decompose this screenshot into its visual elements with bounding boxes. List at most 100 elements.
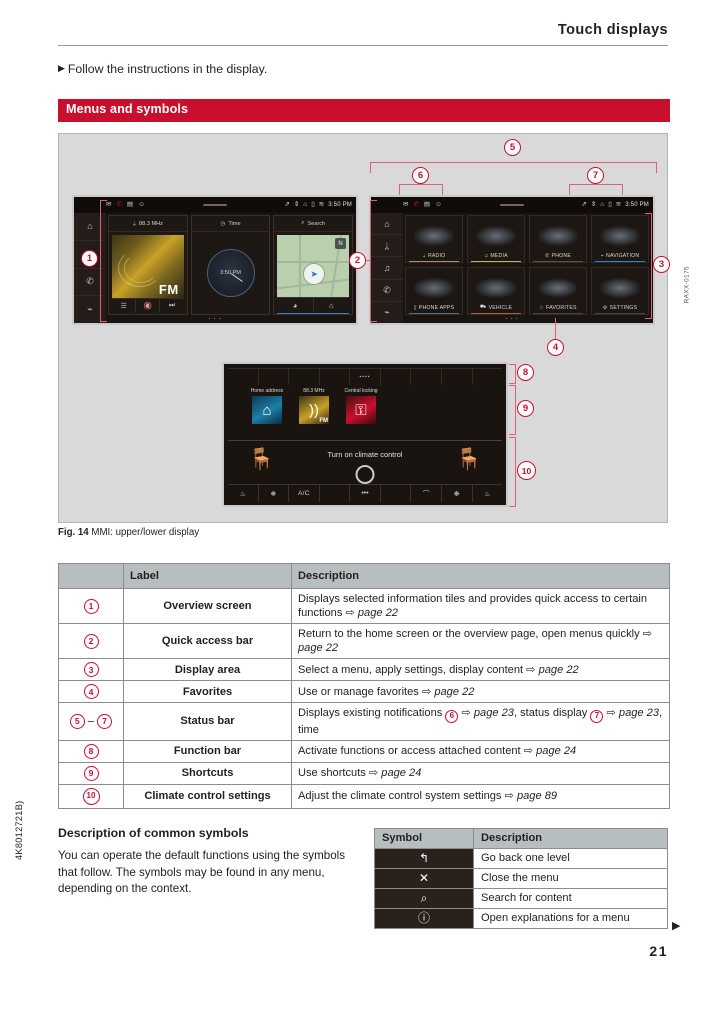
menu-tile-media[interactable]: ♫ MEDIA <box>467 215 525 263</box>
back-arrow-icon: ↰ <box>374 848 474 869</box>
page-reference: ⇨ page 23 <box>461 707 514 719</box>
fn-slot[interactable] <box>380 368 412 385</box>
bullet-arrow-icon: ▶ <box>58 63 65 73</box>
running-head: Touch displays <box>557 22 668 38</box>
recent-icon[interactable]: ◕ <box>277 298 314 312</box>
fn-slot[interactable] <box>441 368 473 385</box>
menu-tile-radio[interactable]: ᛦ RADIO <box>405 215 463 263</box>
climate-message: Turn on climate control <box>327 450 403 459</box>
menu-tile-phone-apps[interactable]: ▯ PHONE APPS <box>405 267 463 315</box>
tile-radio[interactable]: ᛦ 88.3 MHz FM ☰ 🔇 ⏭ <box>108 215 188 315</box>
header-rule <box>58 45 668 46</box>
row-description: Use or manage favorites ⇨ page 22 <box>291 680 670 703</box>
tile-nav-body: N ➤ ◕ ⌂ <box>274 232 352 314</box>
seat-heat-rear-icon[interactable]: ♨ <box>473 485 503 502</box>
seat-heat-icon[interactable]: ♨ <box>228 485 259 502</box>
figure-caption-text: MMI: upper/lower display <box>91 527 200 538</box>
mmi-upper-left-display[interactable]: ✉ ✆ ▤ ☺ ⇗ ⇕ ⌂ ▯ ≋ 3:50 PM ⌂ ᛦ ✆ ⌁ <box>72 195 358 325</box>
bracket-6 <box>399 184 443 195</box>
fn-slot[interactable] <box>472 368 503 385</box>
rotary-knob-icon[interactable] <box>355 465 375 484</box>
fn-slot[interactable] <box>381 485 412 502</box>
menu-tile-phone[interactable]: ✆ PHONE <box>529 215 587 263</box>
section-title: Menus and symbols <box>66 102 189 116</box>
fn-slot[interactable] <box>320 485 351 502</box>
nav-accent-line <box>277 312 350 314</box>
function-bar[interactable]: ▪▪▪▪ <box>228 368 503 385</box>
section-heading-bar: Menus and symbols <box>58 99 670 122</box>
row-label: Shortcuts <box>123 761 292 785</box>
key-lock-icon[interactable]: ⚿ <box>346 396 376 424</box>
desc-text: Select a menu, apply settings, display c… <box>298 663 527 676</box>
shortcut-radio[interactable]: 88.3 MHz )) FM <box>293 388 335 436</box>
page-ref-text: page 22 <box>298 642 339 654</box>
defrost-icon[interactable]: ⌒ <box>411 485 442 502</box>
th-number <box>58 563 124 589</box>
more-options-icon[interactable]: ••• <box>350 485 381 502</box>
next-icon[interactable]: ⏭ <box>160 299 183 313</box>
fn-slot[interactable] <box>258 368 290 385</box>
figure-caption: Fig. 14 MMI: upper/lower display <box>58 527 668 538</box>
fn-slot[interactable] <box>411 368 442 385</box>
bluetooth-icon: ⇗ <box>284 200 290 208</box>
card-icon: ▤ <box>126 200 134 208</box>
fn-slot[interactable] <box>289 368 320 385</box>
seat-climate-icon[interactable]: ❅ <box>259 485 290 502</box>
th-description: Description <box>291 563 670 589</box>
climate-function-bar[interactable]: ♨ ❅ A/C ••• ⌒ ❋ ♨ <box>228 484 502 502</box>
arc-decor-2 <box>124 253 158 283</box>
mmi-upper-right-display[interactable]: ✉ ✆ ▤ ☺ ⇗ ⇕ ⌂ ▯ ≋ 3:50 PM ⌂ ᛦ ♫ ✆ ⌁ ᛦ RA… <box>369 195 655 325</box>
tile-nav-controls[interactable]: ◕ ⌂ <box>277 297 350 312</box>
shortcuts-divider <box>228 440 502 441</box>
symbols-row: ⌕ Search for content <box>374 888 668 909</box>
tile-time-body: 3:50 PM <box>192 232 270 314</box>
menu-tile-label: MEDIA <box>490 253 508 259</box>
menu-tile-label: PHONE <box>551 253 571 259</box>
status-notifications-group: ✉ ✆ ▤ ☺ <box>106 200 145 209</box>
house-icon[interactable]: ⌂ <box>252 396 282 424</box>
menu-tile-vehicle[interactable]: ⛟ VEHICLE <box>467 267 525 315</box>
symbol-description: Go back one level <box>473 848 668 869</box>
home-icon[interactable]: ⌂ <box>314 298 349 312</box>
mute-icon[interactable]: 🔇 <box>136 299 161 313</box>
band-sub-label: FM <box>319 418 328 424</box>
menu-tile-label: VEHICLE <box>488 304 513 311</box>
seat-vent-icon[interactable]: ❋ <box>442 485 473 502</box>
fn-slot[interactable] <box>319 368 351 385</box>
callout-2: 2 <box>349 252 366 269</box>
shortcut-home-address[interactable]: Home address ⌂ <box>246 388 288 436</box>
menu-tile-settings[interactable]: ⚙ SETTINGS <box>591 267 649 315</box>
subsection-heading: Description of common symbols <box>58 826 249 840</box>
seat-icon-left: 🪑 <box>248 448 275 471</box>
lead-4 <box>555 318 557 340</box>
callout-3: 3 <box>653 256 670 273</box>
shortcut-label: Home address <box>250 388 284 394</box>
ac-button[interactable]: A/C <box>289 485 320 502</box>
menu-tile-label: FAVORITES <box>546 305 577 311</box>
table-row: 4 Favorites Use or manage favorites ⇨ pa… <box>58 680 670 703</box>
callout-5: 5 <box>504 139 521 156</box>
tile-time[interactable]: ◷ Time 3:50 PM <box>190 215 271 315</box>
shortcut-label: Central locking <box>344 388 378 394</box>
menu-tile-navigation[interactable]: ⌁ NAVIGATION <box>591 215 649 263</box>
mmi-lower-display[interactable]: ▪▪▪▪ Home address ⌂ 88.3 MHz )) FM Centra… <box>222 362 508 507</box>
menu-handle-icon[interactable]: ▪▪▪▪ <box>350 368 381 385</box>
row-number-cell: 3 <box>58 658 124 681</box>
tile-navigation[interactable]: ⌕ Search N ➤ ◕ ⌂ <box>273 215 354 315</box>
fn-slot[interactable] <box>228 368 259 385</box>
manual-page: Touch displays ▶ Follow the instructions … <box>0 0 706 1024</box>
list-icon[interactable]: ☰ <box>112 299 137 313</box>
menu-tile-favorites[interactable]: ☆ FAVORITES <box>529 267 587 315</box>
callout-badge: 10 <box>82 787 100 805</box>
map-preview[interactable]: N ➤ <box>277 235 350 297</box>
climate-control-panel[interactable]: 🪑 🪑 Turn on climate control <box>228 444 502 484</box>
bracket-7 <box>569 184 623 195</box>
shortcut-central-locking[interactable]: Central locking ⚿ <box>340 388 382 436</box>
radio-waves-icon[interactable]: )) FM <box>299 396 329 424</box>
figure-mmi-displays: RAXX-0175 ✉ ✆ ▤ ☺ ⇗ ⇕ ⌂ ▯ ≋ 3:50 PM ⌂ ✆ … <box>58 133 690 523</box>
page-reference-2: ⇨ page 23 <box>606 707 660 719</box>
arrow-icon: ⌁ <box>600 253 605 259</box>
row-label: Climate control settings <box>123 783 292 809</box>
tile-radio-controls[interactable]: ☰ 🔇 ⏭ <box>112 298 184 313</box>
desc-text: Displays existing notifications <box>298 707 446 719</box>
